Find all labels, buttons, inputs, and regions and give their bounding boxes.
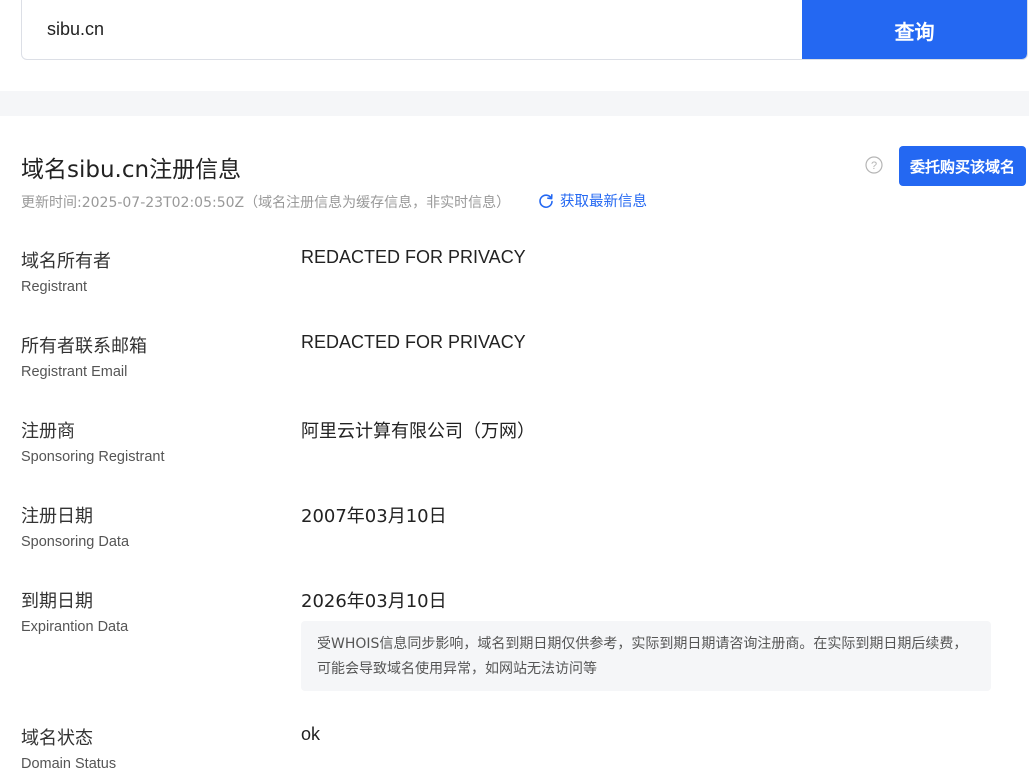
search-bar: 查询 [21,0,1028,60]
whois-page: 查询 域名sibu.cn注册信息 ? 委托购买该域名 更新时间:2025-07-… [0,0,1029,779]
buy-domain-button[interactable]: 委托购买该域名 [899,146,1026,186]
registrar-label-cn: 注册商 [21,421,75,442]
domain-status-value: ok [301,724,321,744]
section-divider [0,91,1029,116]
registrant-email-label-en: Registrant Email [21,364,128,380]
registration-date-label-cn: 注册日期 [21,506,93,527]
refresh-icon [539,193,553,208]
registrant-email-label-cn: 所有者联系邮箱 [21,336,147,357]
refresh-info-link[interactable]: 获取最新信息 [538,190,647,211]
svg-text:?: ? [871,160,877,172]
expiration-date-value: 2026年03月10日 [301,591,447,612]
registrar-label-en: Sponsoring Registrant [21,449,165,465]
domain-status-label-cn: 域名状态 [21,728,93,749]
registrant-email-value: REDACTED FOR PRIVACY [301,332,526,352]
domain-status-label-en: Domain Status [21,756,117,772]
refresh-label: 获取最新信息 [560,194,647,210]
registration-date-label-en: Sponsoring Data [21,534,130,550]
expiration-notice: 受WHOIS信息同步影响，域名到期日期仅供参考，实际到期日期请咨询注册商。在实际… [301,621,991,691]
registrant-label-en: Registrant [21,279,88,295]
registrar-value: 阿里云计算有限公司（万网） [301,421,535,442]
registrant-label-cn: 域名所有者 [21,251,111,272]
registration-date-value: 2007年03月10日 [301,506,447,527]
domain-search-input[interactable] [22,0,802,59]
expiration-date-label-en: Expirantion Data [21,619,129,635]
page-title: 域名sibu.cn注册信息 [21,157,242,183]
search-button[interactable]: 查询 [802,0,1027,59]
registrant-value: REDACTED FOR PRIVACY [301,247,526,267]
update-time-text: 更新时间:2025-07-23T02:05:50Z（域名注册信息为缓存信息，非实… [21,195,511,211]
expiration-date-label-cn: 到期日期 [21,591,93,612]
help-circle-icon[interactable]: ? [865,156,883,174]
